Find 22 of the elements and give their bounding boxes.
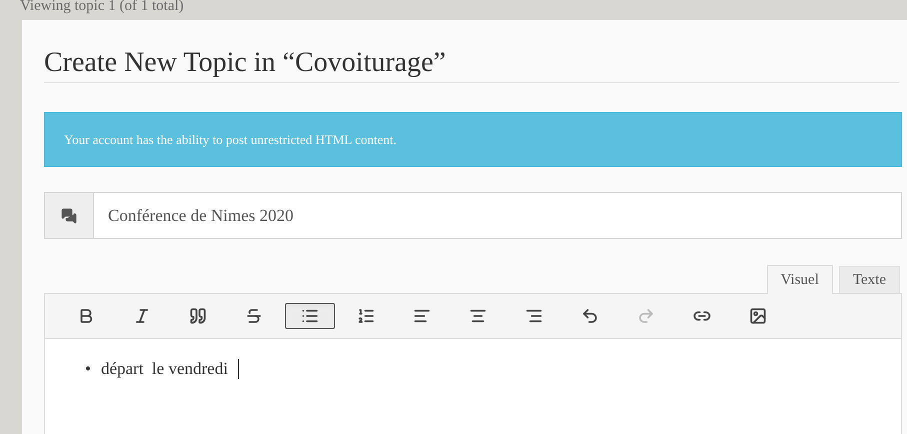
italic-icon: [133, 307, 151, 325]
strikethrough-icon: [245, 307, 263, 325]
bullet-item: départ le vendredi: [100, 358, 228, 380]
notice-banner: Your account has the ability to post unrestricted HTML content.: [44, 112, 902, 167]
editor-tab[interactable]: Texte: [838, 266, 900, 293]
numbered-list-icon: [357, 307, 375, 325]
align-left-icon: [413, 307, 431, 325]
align-center-icon: [469, 307, 487, 325]
bullet-list-button[interactable]: [285, 303, 335, 329]
image-icon: [749, 307, 767, 325]
editor-tab[interactable]: Visuel: [766, 265, 833, 294]
quote-icon: [189, 307, 207, 325]
text-cursor: [238, 359, 239, 379]
chat-bubbles-icon: [61, 208, 77, 224]
bullet-list-icon: [301, 307, 319, 325]
topic-title-field[interactable]: Conférence de Nimes 2020: [94, 192, 902, 239]
editor-content[interactable]: • départ le vendredi: [44, 339, 902, 434]
align-right-icon: [525, 307, 543, 325]
undo-icon: [581, 307, 599, 325]
form-title: Create New Topic in “Covoiturage”: [44, 46, 899, 83]
bullet-marker: •: [85, 358, 91, 380]
redo-icon: [637, 307, 655, 325]
